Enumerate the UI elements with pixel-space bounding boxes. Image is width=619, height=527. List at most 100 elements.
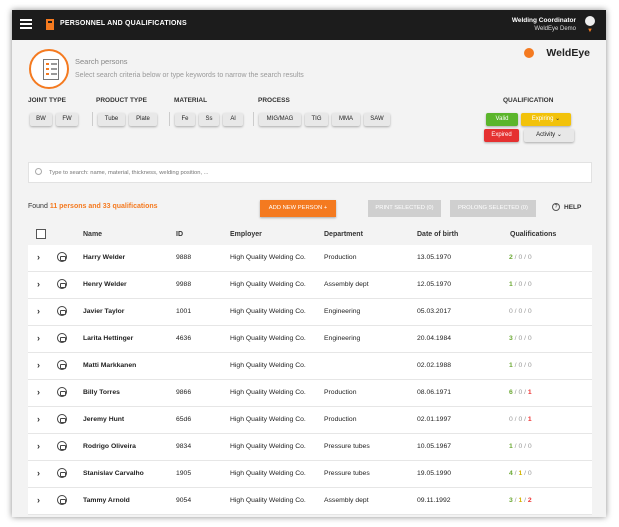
column-employer[interactable]: Employer — [230, 231, 262, 238]
valid-count: 3 — [509, 335, 513, 342]
person-name[interactable]: Matti Markkanen — [83, 362, 136, 369]
valid-count: 2 — [509, 254, 513, 261]
person-name[interactable]: Jeremy Hunt — [83, 416, 124, 423]
app-window: PERSONNEL AND QUALIFICATIONS Welding Coo… — [12, 10, 606, 517]
help-button[interactable]: HELP — [564, 204, 581, 211]
table-row[interactable]: › Rodrigo Oliveira 9834 High Quality Weldin… — [28, 434, 592, 461]
column-name[interactable]: Name — [83, 231, 102, 238]
filter-activity[interactable]: Activity ⌄ — [524, 129, 574, 142]
person-employer: High Quality Welding Co. — [230, 416, 306, 423]
person-name[interactable]: Javier Taylor — [83, 308, 124, 315]
person-name[interactable]: Billy Torres — [83, 389, 120, 396]
table-row[interactable]: › Harry Welder 9888 High Quality Welding Co… — [28, 245, 592, 272]
expand-chevron-icon[interactable]: › — [37, 495, 40, 505]
qualification-counts: 2 / 0 / 0 — [509, 254, 532, 261]
person-dob: 02.02.1988 — [417, 362, 452, 369]
chevron-down-icon[interactable]: ▼ — [587, 28, 593, 34]
expand-chevron-icon[interactable]: › — [37, 414, 40, 424]
add-new-person-button[interactable]: ADD NEW PERSON + — [260, 200, 336, 217]
expand-chevron-icon[interactable]: › — [37, 252, 40, 262]
column-department[interactable]: Department — [324, 231, 363, 238]
column-qualifications[interactable]: Qualifications — [510, 231, 556, 238]
expand-chevron-icon[interactable]: › — [37, 333, 40, 343]
table-row[interactable]: › Javier Taylor 1001 High Quality Welding C… — [28, 299, 592, 326]
valid-count: 0 — [509, 308, 513, 315]
filter-tube[interactable]: Tube — [98, 113, 125, 126]
select-all-checkbox[interactable] — [36, 229, 46, 239]
person-name[interactable]: Stanislav Carvalho — [83, 470, 144, 477]
qualification-counts: 0 / 0 / 0 — [509, 308, 532, 315]
filter-mma[interactable]: MMA — [332, 113, 360, 126]
expand-chevron-icon[interactable]: › — [37, 360, 40, 370]
top-bar: PERSONNEL AND QUALIFICATIONS Welding Coo… — [12, 10, 606, 40]
expand-chevron-icon[interactable]: › — [37, 441, 40, 451]
filter-valid[interactable]: Valid — [486, 113, 518, 126]
process-label: PROCESS — [258, 97, 290, 104]
table-row[interactable]: › Matti Markkanen High Quality Welding Co.… — [28, 353, 592, 380]
table-row[interactable]: › Jeremy Hunt 65d6 High Quality Welding Co.… — [28, 407, 592, 434]
help-icon[interactable]: ? — [552, 203, 560, 211]
person-department: Engineering — [324, 335, 361, 342]
expand-chevron-icon[interactable]: › — [37, 279, 40, 289]
filter-expiring[interactable]: Expiring ⌄ — [521, 113, 571, 126]
user-avatar-icon[interactable] — [585, 16, 595, 26]
table-row[interactable]: › Larita Hettinger 4636 High Quality Weldin… — [28, 326, 592, 353]
table-row[interactable]: › Tammy Arnold 9054 High Quality Welding Co… — [28, 488, 592, 515]
expiring-count: 0 — [518, 443, 523, 450]
person-icon — [57, 279, 67, 289]
filter-mig-mag[interactable]: MIG/MAG — [259, 113, 301, 126]
filter-bw[interactable]: BW — [30, 113, 52, 126]
qualification-counts: 3 / 0 / 0 — [509, 335, 532, 342]
filter-tig[interactable]: TIG — [305, 113, 328, 126]
print-selected-button[interactable]: PRINT SELECTED (0) — [368, 200, 441, 217]
person-name[interactable]: Tammy Arnold — [83, 497, 130, 504]
person-employer: High Quality Welding Co. — [230, 497, 306, 504]
person-icon — [57, 468, 67, 478]
filter-saw[interactable]: SAW — [364, 113, 390, 126]
person-employer: High Quality Welding Co. — [230, 443, 306, 450]
person-name[interactable]: Henry Welder — [83, 281, 127, 288]
expired-count: 1 — [527, 416, 532, 423]
person-name[interactable]: Rodrigo Oliveira — [83, 443, 136, 450]
expand-chevron-icon[interactable]: › — [37, 306, 40, 316]
table-row[interactable]: › Billy Torres 9866 High Quality Welding Co… — [28, 380, 592, 407]
column-id[interactable]: ID — [176, 231, 183, 238]
person-department: Production — [324, 254, 357, 261]
expiring-count: 1 — [518, 470, 523, 477]
menu-icon[interactable] — [20, 19, 32, 29]
results-prefix: Found — [28, 203, 48, 210]
filter-ss[interactable]: Ss — [199, 113, 219, 126]
qualification-counts: 6 / 0 / 1 — [509, 389, 532, 396]
person-name[interactable]: Harry Welder — [83, 254, 125, 261]
person-id: 9988 — [176, 281, 192, 288]
qualification-counts: 0 / 0 / 1 — [509, 416, 532, 423]
person-dob: 08.06.1971 — [417, 389, 452, 396]
filter-fe[interactable]: Fe — [175, 113, 195, 126]
expand-chevron-icon[interactable]: › — [37, 387, 40, 397]
results-summary: Found 11 persons and 33 qualifications — [28, 203, 158, 210]
prolong-selected-button[interactable]: PROLONG SELECTED (0) — [450, 200, 536, 217]
weldeye-logo-icon — [524, 48, 534, 58]
expired-count: 0 — [527, 443, 532, 450]
search-hint: Select search criteria below or type key… — [75, 72, 304, 79]
table-row[interactable]: › Stanislav Carvalho 1905 High Quality Weld… — [28, 461, 592, 488]
valid-count: 1 — [509, 281, 513, 288]
expiring-count: 0 — [518, 362, 523, 369]
filter-plate[interactable]: Plate — [129, 113, 157, 126]
person-name[interactable]: Larita Hettinger — [83, 335, 133, 342]
person-dob: 12.05.1970 — [417, 281, 452, 288]
search-icon — [35, 168, 42, 175]
expand-chevron-icon[interactable]: › — [37, 468, 40, 478]
filter-fw[interactable]: FW — [56, 113, 78, 126]
column-date-of-birth[interactable]: Date of birth — [417, 231, 458, 238]
person-id: 4636 — [176, 335, 192, 342]
filter-al[interactable]: Al — [223, 113, 243, 126]
table-header — [28, 224, 592, 245]
table-row[interactable]: › Henry Welder 9988 High Quality Welding Co… — [28, 272, 592, 299]
user-role[interactable]: Welding Coordinator — [512, 17, 576, 24]
document-icon — [43, 59, 59, 80]
search-input[interactable] — [49, 166, 579, 180]
qualification-counts: 3 / 1 / 2 — [509, 497, 532, 504]
qualification-label: QUALIFICATION — [503, 97, 554, 104]
filter-expired[interactable]: Expired — [484, 129, 519, 142]
